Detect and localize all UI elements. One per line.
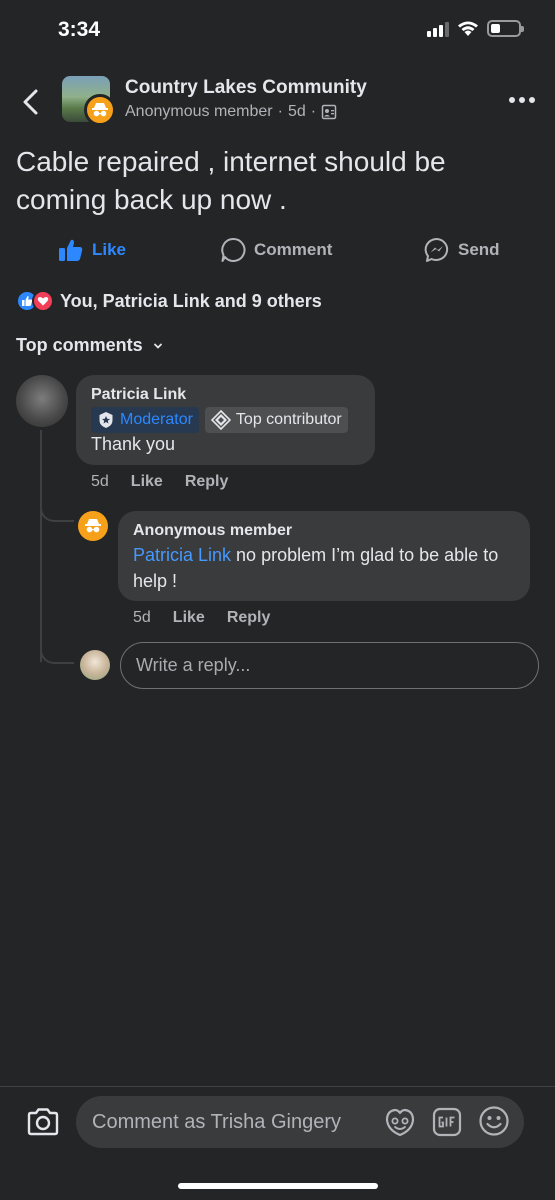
comment-text: Thank you [91, 434, 176, 454]
thread-connector [40, 630, 74, 664]
thread-connector [40, 490, 74, 522]
mention-link[interactable]: Patricia Link [133, 545, 231, 565]
post-author[interactable]: Anonymous member [125, 103, 273, 121]
group-privacy-icon [321, 104, 337, 120]
reply-text: Patricia Link no problem I’m glad to be … [133, 542, 523, 594]
back-icon[interactable] [18, 88, 44, 116]
reactions-summary[interactable]: You, Patricia Link and 9 others [16, 290, 322, 312]
post-time[interactable]: 5d [288, 103, 306, 121]
more-icon[interactable] [509, 97, 535, 103]
battery-icon [487, 20, 524, 37]
top-contributor-badge[interactable]: Top contributor [204, 407, 348, 433]
comment-meta: 5d Like Reply [91, 473, 228, 491]
moderator-shield-icon [99, 412, 113, 428]
top-contributor-icon [210, 410, 231, 430]
reply-input-placeholder: Write a reply... [136, 655, 251, 675]
comment-reply-button[interactable]: Reply [185, 473, 229, 491]
comment-icon [221, 237, 246, 262]
meta-separator: · [310, 103, 317, 120]
like-label: Like [92, 240, 127, 259]
signal-icon [427, 21, 449, 37]
wifi-icon [458, 21, 478, 36]
comment-bubble: Patricia Link Moderator Top contributor … [76, 375, 375, 465]
meta-separator: · [277, 103, 283, 120]
thread-line [40, 430, 42, 662]
post-meta: Anonymous member · 5d · [125, 103, 337, 121]
reply-author[interactable]: Anonymous member [133, 522, 292, 540]
divider [0, 1086, 555, 1087]
emoji-icon[interactable] [478, 1105, 510, 1137]
comment-input-placeholder: Comment as Trisha Gingery [92, 1111, 341, 1133]
status-icons [427, 20, 524, 37]
moderator-label: Moderator [120, 411, 193, 428]
reactions-text: You, Patricia Link and 9 others [60, 290, 322, 311]
top-contributor-label: Top contributor [235, 411, 342, 428]
post-text: Cable repaired , internet should be comi… [16, 146, 446, 215]
avatar[interactable] [16, 375, 68, 427]
top-comments-label: Top comments [16, 335, 143, 355]
top-comments-filter[interactable]: Top comments [16, 335, 163, 356]
reply-like-button[interactable]: Like [173, 609, 205, 627]
sticker-icon[interactable] [384, 1106, 416, 1138]
send-button[interactable]: Send [424, 232, 500, 268]
like-button[interactable]: Like [58, 232, 126, 268]
anonymous-avatar-icon[interactable] [78, 511, 108, 541]
moderator-badge[interactable]: Moderator [91, 407, 199, 433]
reply-bubble: Anonymous member Patricia Link no proble… [118, 511, 530, 601]
messenger-icon [424, 237, 449, 262]
chevron-down-icon [153, 343, 162, 349]
reply-meta: 5d Like Reply [133, 609, 270, 627]
love-reaction-icon [32, 290, 54, 312]
group-name[interactable]: Country Lakes Community [125, 77, 367, 99]
comment-like-button[interactable]: Like [131, 473, 163, 491]
comment-label: Comment [254, 240, 333, 259]
comment-author[interactable]: Patricia Link [91, 386, 186, 404]
status-time: 3:34 [58, 18, 101, 41]
reply-time[interactable]: 5d [133, 609, 151, 627]
reply-reply-button[interactable]: Reply [227, 609, 271, 627]
gif-icon[interactable] [432, 1107, 462, 1137]
avatar [80, 650, 110, 680]
reply-input[interactable]: Write a reply... [120, 642, 539, 689]
anonymous-avatar-icon [84, 94, 116, 126]
send-label: Send [458, 240, 500, 259]
home-indicator [178, 1183, 378, 1189]
like-icon [59, 239, 83, 261]
comment-button[interactable]: Comment [220, 232, 332, 268]
comment-time[interactable]: 5d [91, 473, 109, 491]
camera-icon[interactable] [26, 1106, 60, 1138]
